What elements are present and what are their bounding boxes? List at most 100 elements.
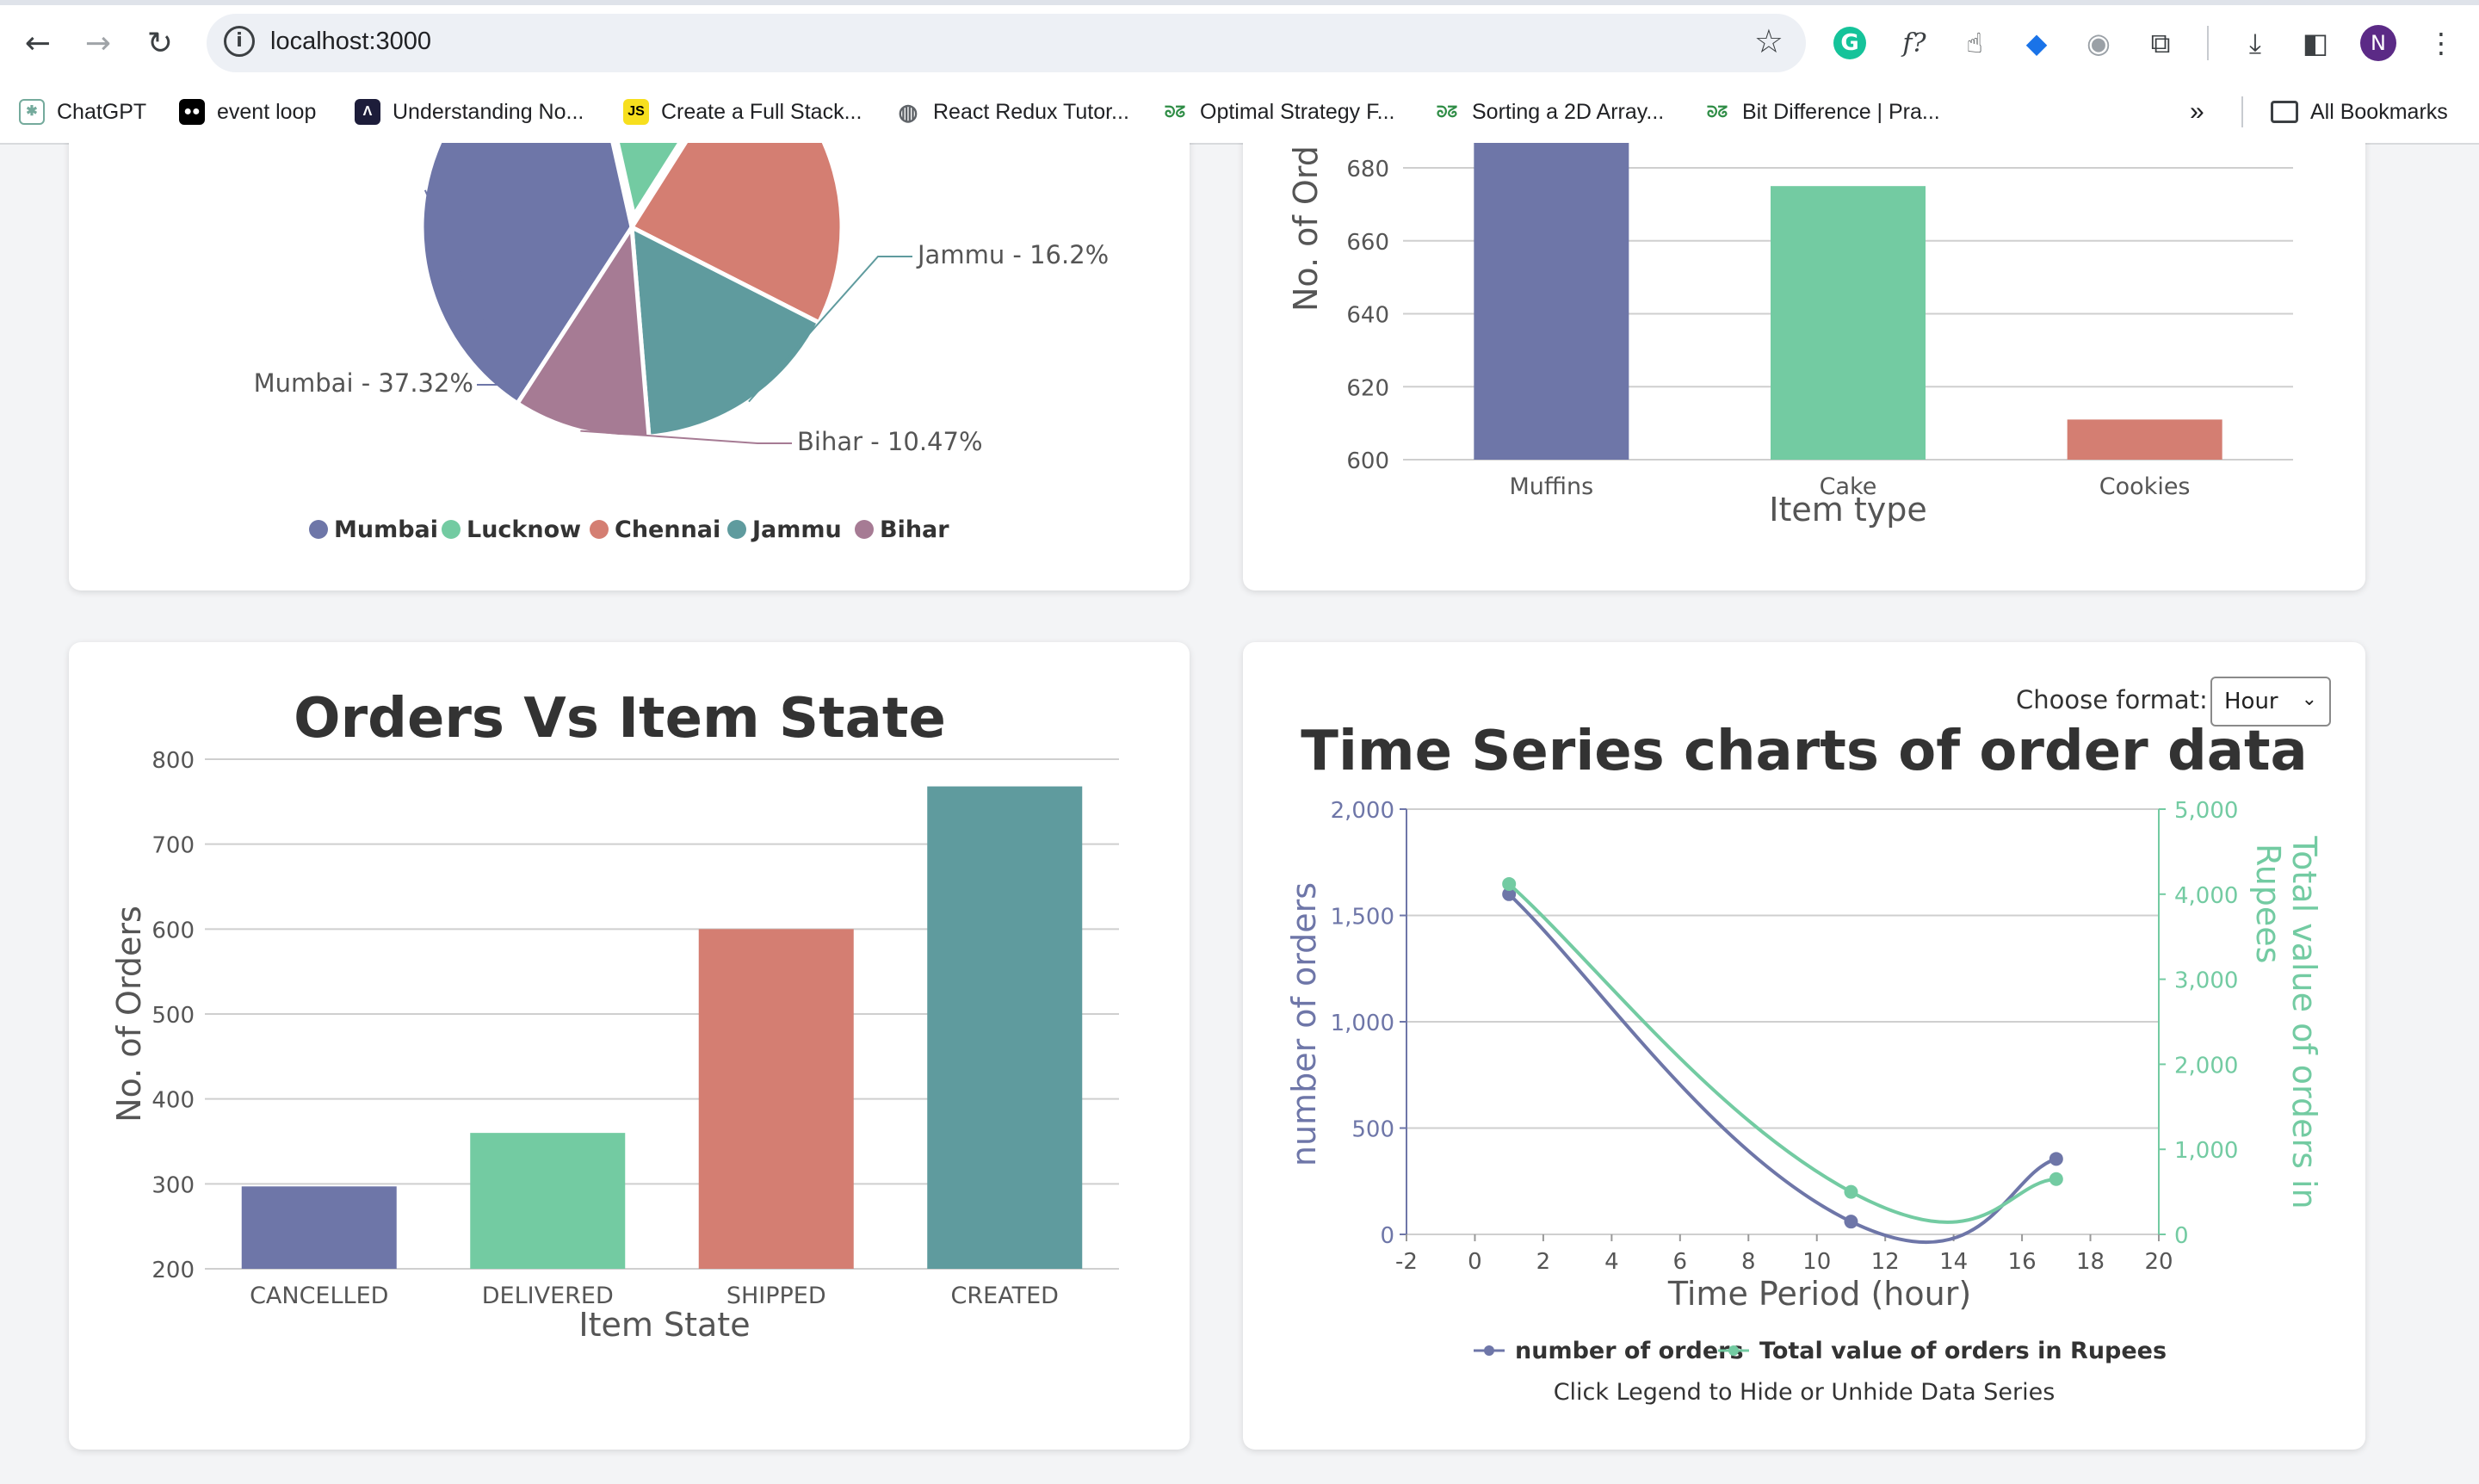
bookmark-star-icon[interactable]: ☆ bbox=[1754, 22, 1784, 60]
bookmark-understanding[interactable]: Λ Understanding No... bbox=[355, 95, 584, 129]
all-bookmarks-button[interactable]: All Bookmarks bbox=[2271, 95, 2448, 129]
page-viewport: Mumbai - 37.32% Jammu - 16.2% Bihar - 10.4… bbox=[0, 143, 2479, 1484]
grey-extension-icon[interactable]: ◉ bbox=[2080, 24, 2117, 62]
extensions-puzzle-icon[interactable]: ⧉ bbox=[2142, 24, 2179, 62]
bar-cookies bbox=[2067, 419, 2222, 460]
bookmark-react-redux[interactable]: ◍ React Redux Tutor... bbox=[895, 95, 1129, 129]
bookmark-full-stack[interactable]: JS Create a Full Stack... bbox=[623, 95, 862, 129]
y-right-axis-title-line1: Total value of orders in bbox=[2285, 835, 2323, 1209]
legend-marker bbox=[590, 520, 609, 539]
bookmark-bit-difference[interactable]: ᘐᘔ Bit Difference | Pra... bbox=[1704, 95, 1940, 129]
hand-extension-icon[interactable]: ☝ bbox=[1956, 24, 1994, 62]
y-tick-label: 400 bbox=[151, 1088, 195, 1114]
chart-title: Orders Vs Item State bbox=[294, 687, 946, 751]
x-tick-label: Cookies bbox=[2099, 473, 2191, 500]
bookmark-label: Create a Full Stack... bbox=[661, 99, 862, 124]
y-tick-label: 680 bbox=[1346, 157, 1389, 182]
side-panel-icon[interactable]: ◧ bbox=[2297, 24, 2334, 62]
gfg-icon: ᘐᘔ bbox=[1436, 103, 1458, 121]
data-point bbox=[2049, 1172, 2063, 1186]
pie-slice-label: Bihar - 10.47% bbox=[797, 427, 983, 456]
y-tick-label: 200 bbox=[151, 1258, 195, 1283]
x-tick-label: 2 bbox=[1536, 1249, 1551, 1275]
x-tick-label: 20 bbox=[2144, 1249, 2173, 1275]
pie-slices bbox=[419, 143, 844, 440]
chart-title: Time Series charts of order data bbox=[1301, 720, 2307, 783]
browser-chrome: ← → ↻ i localhost:3000 ☆ G f? ☝ ◆ ◉ ⧉ ⤓ … bbox=[0, 0, 2479, 145]
y-right-tick-label: 3,000 bbox=[2174, 968, 2238, 994]
x-tick-label: CANCELLED bbox=[250, 1283, 388, 1309]
bookmarks-divider bbox=[2241, 96, 2243, 127]
data-point bbox=[1844, 1184, 1858, 1199]
pie-chart: Mumbai - 37.32% Jammu - 16.2% Bihar - 10.4… bbox=[254, 143, 1109, 543]
legend-item-lucknow: Lucknow bbox=[467, 516, 581, 543]
gfg-icon: ᘐᘔ bbox=[1706, 103, 1728, 121]
choose-format-label: Choose format: bbox=[2016, 685, 2208, 714]
forward-button[interactable]: → bbox=[74, 19, 122, 67]
toolbar-divider bbox=[2207, 26, 2209, 60]
format-select-value[interactable]: Hour bbox=[2224, 689, 2278, 714]
legend-item-mumbai: Mumbai bbox=[334, 516, 438, 543]
bookmark-label: Bit Difference | Pra... bbox=[1742, 99, 1940, 124]
legend-marker bbox=[855, 520, 874, 539]
reload-button[interactable]: ↻ bbox=[136, 19, 184, 67]
x-tick-label: 18 bbox=[2076, 1249, 2105, 1275]
bookmark-event-loop[interactable]: ●● event loop bbox=[179, 95, 316, 129]
item-type-bar-chart: 600620640660680Muffins Cake CookiesItem ty… bbox=[1287, 143, 2293, 529]
back-button[interactable]: ← bbox=[14, 19, 62, 67]
item-state-bar-chart: Orders Vs Item State 200 300 400 500 600 700 80… bbox=[110, 687, 1119, 1344]
bookmark-label: Understanding No... bbox=[393, 99, 584, 124]
y-right-tick-label: 0 bbox=[2174, 1223, 2189, 1249]
legend-note: Click Legend to Hide or Unhide Data Seri… bbox=[1554, 1379, 2056, 1406]
y-tick-label: 620 bbox=[1346, 375, 1389, 401]
x-tick-label: 12 bbox=[1871, 1249, 1900, 1275]
y-tick-label: 600 bbox=[151, 918, 195, 943]
downloads-icon[interactable]: ⤓ bbox=[2236, 24, 2274, 62]
legend-item-chennai: Chennai bbox=[615, 516, 720, 543]
bookmark-label: React Redux Tutor... bbox=[933, 99, 1129, 124]
bookmark-label: Optimal Strategy F... bbox=[1200, 99, 1395, 124]
more-bookmarks-chevron-icon[interactable]: » bbox=[2190, 95, 2204, 129]
x-tick-label: 0 bbox=[1468, 1249, 1482, 1275]
menu-kebab-icon[interactable]: ⋮ bbox=[2422, 24, 2460, 62]
data-point bbox=[1502, 876, 1517, 891]
chevron-down-icon: ⌄ bbox=[2301, 689, 2317, 710]
legend-marker bbox=[1484, 1345, 1494, 1356]
bookmark-sorting-2d[interactable]: ᘐᘔ Sorting a 2D Array... bbox=[1434, 95, 1664, 129]
url-text[interactable]: localhost:3000 bbox=[270, 28, 431, 56]
x-axis-title: Time Period (hour) bbox=[1667, 1275, 1971, 1313]
bar-shipped bbox=[698, 929, 854, 1269]
bar-muffins bbox=[1474, 143, 1629, 460]
bar-delivered bbox=[470, 1133, 626, 1269]
bookmark-optimal-strategy[interactable]: ᘐᘔ Optimal Strategy F... bbox=[1162, 95, 1395, 129]
bar-cancelled bbox=[241, 1186, 397, 1269]
x-tick-label: CREATED bbox=[951, 1283, 1059, 1309]
all-bookmarks-label: All Bookmarks bbox=[2310, 99, 2448, 124]
formula-extension-icon[interactable]: f? bbox=[1895, 24, 1933, 62]
address-bar[interactable]: i localhost:3000 ☆ bbox=[207, 14, 1806, 72]
y-left-axis-title: number of orders bbox=[1285, 882, 1323, 1166]
js-icon: JS bbox=[623, 99, 649, 125]
pie-chart-card: Mumbai - 37.32% Jammu - 16.2% Bihar - 10.4… bbox=[69, 143, 1190, 591]
grammarly-extension-icon[interactable]: G bbox=[1833, 27, 1866, 59]
y-left-tick-label: 1,500 bbox=[1331, 905, 1394, 931]
y-left-tick-label: 500 bbox=[1351, 1117, 1394, 1143]
site-info-icon[interactable]: i bbox=[224, 26, 255, 57]
y-right-tick-label: 2,000 bbox=[2174, 1053, 2238, 1079]
data-point bbox=[2049, 1152, 2063, 1166]
y-left-tick-label: 1,000 bbox=[1331, 1011, 1394, 1036]
pie-slice-label: Jammu - 16.2% bbox=[916, 240, 1109, 269]
y-tick-label: 640 bbox=[1346, 303, 1389, 329]
data-point bbox=[1844, 1215, 1858, 1229]
profile-avatar[interactable]: N bbox=[2360, 25, 2396, 61]
legend-item-1: Total value of orders in Rupees bbox=[1759, 1338, 2167, 1364]
bookmark-chatgpt[interactable]: ✱ ChatGPT bbox=[19, 95, 146, 129]
x-tick-label: 16 bbox=[2008, 1249, 2037, 1275]
gem-extension-icon[interactable]: ◆ bbox=[2018, 24, 2056, 62]
legend-marker bbox=[442, 520, 461, 539]
legend-item-bihar: Bihar bbox=[880, 516, 949, 543]
series-line-orders bbox=[1507, 893, 2057, 1244]
format-select[interactable]: Hour ⌄ bbox=[2210, 677, 2331, 727]
item-type-chart-card: 600 620 640 660 680 Muffins Cake Cookies Item ty… bbox=[1243, 143, 2365, 591]
bookmark-label: event loop bbox=[217, 99, 317, 124]
